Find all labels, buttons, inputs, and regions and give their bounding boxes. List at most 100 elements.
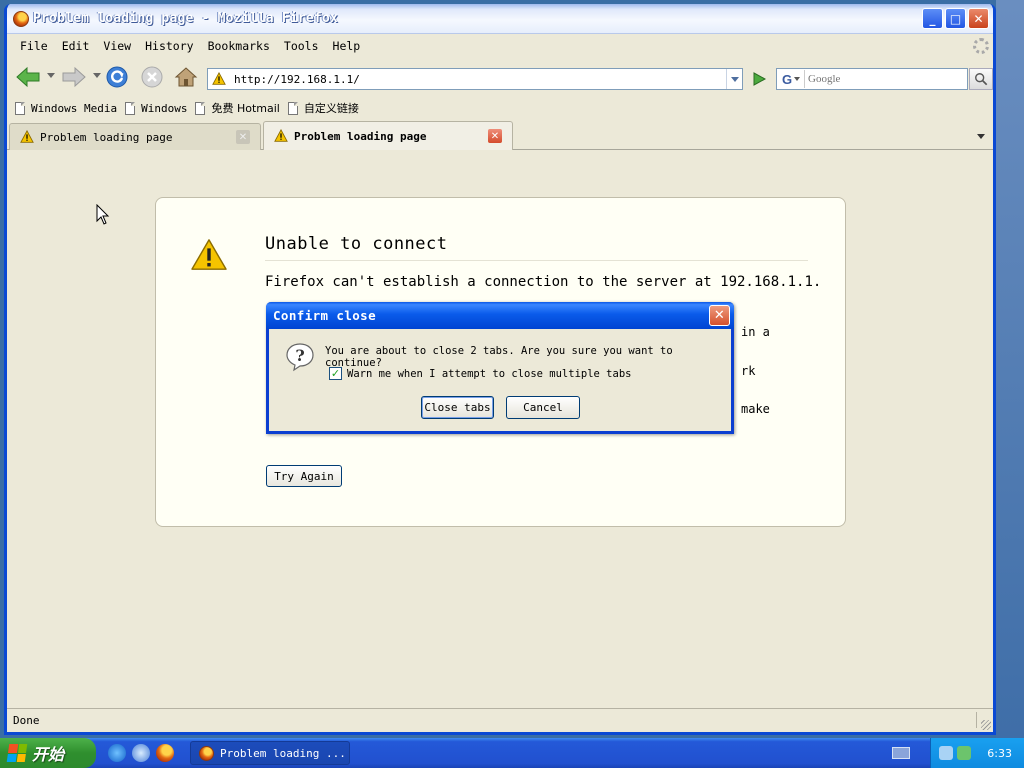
browser-quicklaunch-icon[interactable] <box>132 744 150 762</box>
start-button[interactable]: 开始 <box>0 738 96 768</box>
reload-button[interactable] <box>104 63 130 91</box>
try-again-button[interactable]: Try Again <box>266 465 342 487</box>
all-tabs-button[interactable] <box>973 127 989 145</box>
window-controls: _ □ ✕ <box>922 8 989 29</box>
search-button[interactable] <box>969 68 993 90</box>
back-button[interactable] <box>13 63 43 91</box>
url-input[interactable] <box>234 70 714 88</box>
search-input[interactable] <box>808 73 958 85</box>
svg-text:?: ? <box>295 346 304 365</box>
url-bar[interactable] <box>207 68 743 90</box>
status-text: Done <box>13 714 40 727</box>
warning-icon <box>274 129 288 142</box>
confirm-close-dialog: Confirm close ✕ ? You are about to close… <box>266 302 734 434</box>
chevron-down-icon <box>794 77 801 81</box>
clock[interactable]: 6:33 <box>987 747 1012 760</box>
error-detail-fragment: in a <box>741 325 770 339</box>
site-warning-icon <box>212 72 226 85</box>
warning-icon <box>20 130 34 143</box>
close-tab-button[interactable]: ✕ <box>488 129 502 143</box>
back-history-dropdown[interactable] <box>47 73 55 78</box>
bookmarks-toolbar: Windows Media Windows 免费 Hotmail 自定义链接 <box>7 96 993 120</box>
menu-help[interactable]: Help <box>326 39 368 53</box>
question-icon: ? <box>286 343 314 372</box>
page-icon <box>195 101 206 115</box>
chevron-down-icon <box>977 133 985 139</box>
stop-button[interactable] <box>139 63 165 91</box>
dialog-title: Confirm close <box>273 308 377 323</box>
tab-label: Problem loading page <box>294 129 427 143</box>
tab-problem-loading-1[interactable]: Problem loading page ✕ <box>9 123 261 150</box>
search-bar[interactable]: G <box>776 68 968 90</box>
desktop-background <box>996 0 1024 738</box>
forward-button[interactable] <box>59 63 89 91</box>
chevron-down-icon <box>730 76 739 82</box>
status-divider <box>976 712 977 728</box>
firefox-icon <box>13 10 29 27</box>
bookmark-custom-links[interactable]: 自定义链接 <box>287 100 359 116</box>
back-arrow-icon <box>16 66 40 88</box>
taskbar: 开始 Problem loading ... 6:33 <box>0 738 1024 768</box>
reload-icon <box>106 66 128 88</box>
tab-strip: Problem loading page ✕ Problem loading p… <box>7 121 993 150</box>
mouse-cursor-icon <box>96 204 110 225</box>
magnifier-icon <box>975 73 988 86</box>
security-icon[interactable] <box>957 746 971 760</box>
internet-explorer-icon[interactable] <box>108 744 126 762</box>
search-engine-selector[interactable]: G <box>779 70 805 88</box>
google-logo-icon: G <box>782 71 793 87</box>
menu-tools[interactable]: Tools <box>277 39 326 53</box>
go-arrow-icon <box>753 72 767 86</box>
tab-label: Problem loading page <box>40 130 173 144</box>
warn-multiple-tabs-checkbox[interactable]: ✓ Warn me when I attempt to close multip… <box>329 367 631 380</box>
bookmark-free-hotmail[interactable]: 免费 Hotmail <box>195 100 280 116</box>
home-button[interactable] <box>173 63 199 91</box>
home-icon <box>174 67 198 87</box>
close-tabs-button[interactable]: Close tabs <box>421 396 494 419</box>
url-history-dropdown[interactable] <box>726 69 742 89</box>
windows-logo-icon <box>6 744 28 762</box>
system-tray: 6:33 <box>930 738 1024 768</box>
error-detail-fragment: rk <box>741 364 756 378</box>
menu-file[interactable]: File <box>13 39 55 53</box>
forward-history-dropdown[interactable] <box>93 73 101 78</box>
tab-problem-loading-2[interactable]: Problem loading page ✕ <box>263 121 513 150</box>
firefox-quicklaunch-icon[interactable] <box>156 744 174 762</box>
dialog-title-bar[interactable]: Confirm close ✕ <box>266 302 734 329</box>
checkbox-checked-icon[interactable]: ✓ <box>329 367 342 380</box>
bookmark-label: 免费 Hotmail <box>211 102 280 115</box>
menu-view[interactable]: View <box>96 39 138 53</box>
menu-bar: File Edit View History Bookmarks Tools H… <box>7 34 993 58</box>
bookmark-label: Windows <box>141 101 188 115</box>
error-title: Unable to connect <box>265 234 808 261</box>
taskbar-firefox-button[interactable]: Problem loading ... <box>190 741 350 765</box>
close-window-button[interactable]: ✕ <box>968 8 989 29</box>
taskbar-button-label: Problem loading ... <box>220 746 346 760</box>
dialog-close-button[interactable]: ✕ <box>709 305 730 326</box>
checkbox-label: Warn me when I attempt to close multiple… <box>347 367 632 380</box>
network-icon[interactable] <box>939 746 953 760</box>
resize-grip[interactable] <box>981 720 991 730</box>
bookmark-label: Windows Media <box>31 101 118 115</box>
cancel-button[interactable]: Cancel <box>506 396 580 419</box>
go-button[interactable] <box>748 68 770 90</box>
menu-bookmarks[interactable]: Bookmarks <box>201 39 277 53</box>
close-tab-button[interactable]: ✕ <box>236 130 250 144</box>
menu-edit[interactable]: Edit <box>55 39 97 53</box>
page-icon <box>15 101 25 115</box>
page-icon <box>125 101 136 115</box>
bookmark-windows[interactable]: Windows <box>125 101 188 115</box>
bookmark-windows-media[interactable]: Windows Media <box>15 101 118 115</box>
bookmark-label: 自定义链接 <box>303 102 359 115</box>
throbber-icon <box>973 38 989 54</box>
page-icon <box>287 101 298 115</box>
minimize-button[interactable]: _ <box>922 8 943 29</box>
start-label: 开始 <box>32 745 65 764</box>
keyboard-icon[interactable] <box>892 747 910 759</box>
maximize-button[interactable]: □ <box>945 8 966 29</box>
menu-history[interactable]: History <box>138 39 200 53</box>
window-title: Problem loading page - Mozilla Firefox <box>33 11 339 26</box>
navigation-toolbar: G <box>7 59 993 95</box>
title-bar[interactable]: Problem loading page - Mozilla Firefox _… <box>7 4 993 34</box>
stop-icon <box>141 66 163 88</box>
